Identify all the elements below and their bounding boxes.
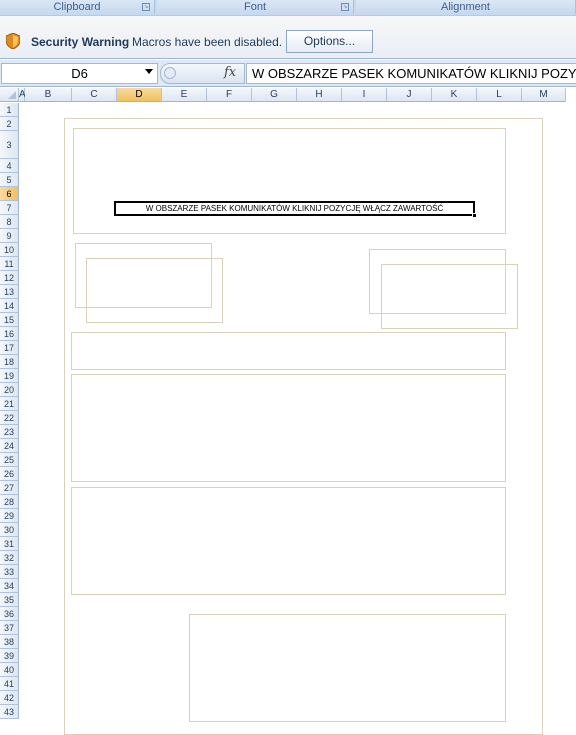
- active-cell-d6[interactable]: W OBSZARZE PASEK KOMUNIKATÓW KLIKNIJ POZ…: [114, 201, 475, 216]
- worksheet-grid[interactable]: [20, 103, 576, 735]
- row-header-31[interactable]: 31: [0, 537, 19, 551]
- column-header-f[interactable]: F: [207, 88, 252, 102]
- shield-icon: [6, 33, 20, 49]
- row-header-22[interactable]: 22: [0, 411, 19, 425]
- row-header-36[interactable]: 36: [0, 607, 19, 621]
- row-header-33[interactable]: 33: [0, 565, 19, 579]
- ribbon-group-labels: Clipboard ↘ Font ↘ Alignment: [0, 0, 576, 15]
- column-header-l[interactable]: L: [477, 88, 522, 102]
- column-header-i[interactable]: I: [342, 88, 387, 102]
- column-header-j[interactable]: J: [387, 88, 432, 102]
- row-header-17[interactable]: 17: [0, 341, 19, 355]
- text-box: [71, 374, 506, 482]
- image-frame-right-front: [381, 264, 518, 329]
- row-header-38[interactable]: 38: [0, 635, 19, 649]
- row-header-29[interactable]: 29: [0, 509, 19, 523]
- row-header-1[interactable]: 1: [0, 103, 19, 117]
- column-header-e[interactable]: E: [162, 88, 207, 102]
- column-header-d[interactable]: D: [117, 88, 162, 102]
- ribbon-group-font: Font ↘: [157, 0, 354, 14]
- select-all-button[interactable]: [0, 88, 19, 102]
- dialog-launcher-icon[interactable]: ↘: [341, 3, 349, 11]
- row-header-18[interactable]: 18: [0, 355, 19, 369]
- row-header-23[interactable]: 23: [0, 425, 19, 439]
- row-header-35[interactable]: 35: [0, 593, 19, 607]
- row-header-25[interactable]: 25: [0, 453, 19, 467]
- text-box: [189, 614, 506, 722]
- row-header-40[interactable]: 40: [0, 663, 19, 677]
- row-header-16[interactable]: 16: [0, 327, 19, 341]
- row-header-30[interactable]: 30: [0, 523, 19, 537]
- formula-bar: D6 fx W OBSZARZE PASEK KOMUNIKATÓW KLIKN…: [0, 60, 576, 87]
- row-header-37[interactable]: 37: [0, 621, 19, 635]
- row-header-12[interactable]: 12: [0, 271, 19, 285]
- column-header-b[interactable]: B: [25, 88, 72, 102]
- chevron-down-icon[interactable]: [145, 69, 153, 74]
- ribbon-group-label: Clipboard: [53, 1, 101, 13]
- row-header-15[interactable]: 15: [0, 313, 19, 327]
- dialog-launcher-icon[interactable]: ↘: [142, 3, 150, 11]
- column-header-c[interactable]: C: [72, 88, 117, 102]
- row-header-42[interactable]: 42: [0, 691, 19, 705]
- row-header-21[interactable]: 21: [0, 397, 19, 411]
- options-button[interactable]: Options...: [286, 30, 373, 53]
- ribbon-group-alignment: Alignment: [356, 0, 576, 14]
- row-header-7[interactable]: 7: [0, 201, 19, 215]
- fill-handle[interactable]: [472, 213, 477, 218]
- row-header-14[interactable]: 14: [0, 299, 19, 313]
- row-header-24[interactable]: 24: [0, 439, 19, 453]
- security-warning-title: Security Warning: [31, 35, 130, 49]
- ribbon-group-label: Alignment: [441, 1, 490, 13]
- ribbon-group-label: Font: [243, 1, 266, 13]
- row-header-27[interactable]: 27: [0, 481, 19, 495]
- column-header-m[interactable]: M: [522, 88, 566, 102]
- row-header-5[interactable]: 5: [0, 173, 19, 187]
- row-header-3[interactable]: 3: [0, 131, 19, 159]
- row-header-26[interactable]: 26: [0, 467, 19, 481]
- row-header-32[interactable]: 32: [0, 551, 19, 565]
- row-header-2[interactable]: 2: [0, 117, 19, 131]
- ribbon-group-clipboard: Clipboard ↘: [0, 0, 155, 14]
- security-warning-message: Macros have been disabled.: [132, 35, 283, 49]
- row-header-34[interactable]: 34: [0, 579, 19, 593]
- row-header-6[interactable]: 6: [0, 187, 19, 201]
- row-header-19[interactable]: 19: [0, 369, 19, 383]
- message-bar: Security Warning Macros have been disabl…: [0, 15, 576, 59]
- row-header-11[interactable]: 11: [0, 257, 19, 271]
- row-header-39[interactable]: 39: [0, 649, 19, 663]
- row-header-28[interactable]: 28: [0, 495, 19, 509]
- row-header-10[interactable]: 10: [0, 243, 19, 257]
- column-header-g[interactable]: G: [252, 88, 297, 102]
- expand-handle-icon[interactable]: [164, 67, 176, 79]
- row-header-20[interactable]: 20: [0, 383, 19, 397]
- column-header-h[interactable]: H: [297, 88, 342, 102]
- name-box[interactable]: D6: [1, 63, 158, 84]
- column-header-k[interactable]: K: [432, 88, 477, 102]
- insert-function-icon[interactable]: fx: [224, 65, 236, 80]
- row-header-8[interactable]: 8: [0, 215, 19, 229]
- image-frame-left-front: [86, 258, 223, 323]
- row-header-9[interactable]: 9: [0, 229, 19, 243]
- row-header-13[interactable]: 13: [0, 285, 19, 299]
- row-header-4[interactable]: 4: [0, 159, 19, 173]
- text-box: [71, 487, 506, 595]
- row-header-43[interactable]: 43: [0, 705, 19, 719]
- row-header-41[interactable]: 41: [0, 677, 19, 691]
- formula-input[interactable]: W OBSZARZE PASEK KOMUNIKATÓW KLIKNIJ POZ…: [246, 63, 576, 84]
- header-box: [73, 128, 506, 234]
- text-box: [71, 332, 506, 370]
